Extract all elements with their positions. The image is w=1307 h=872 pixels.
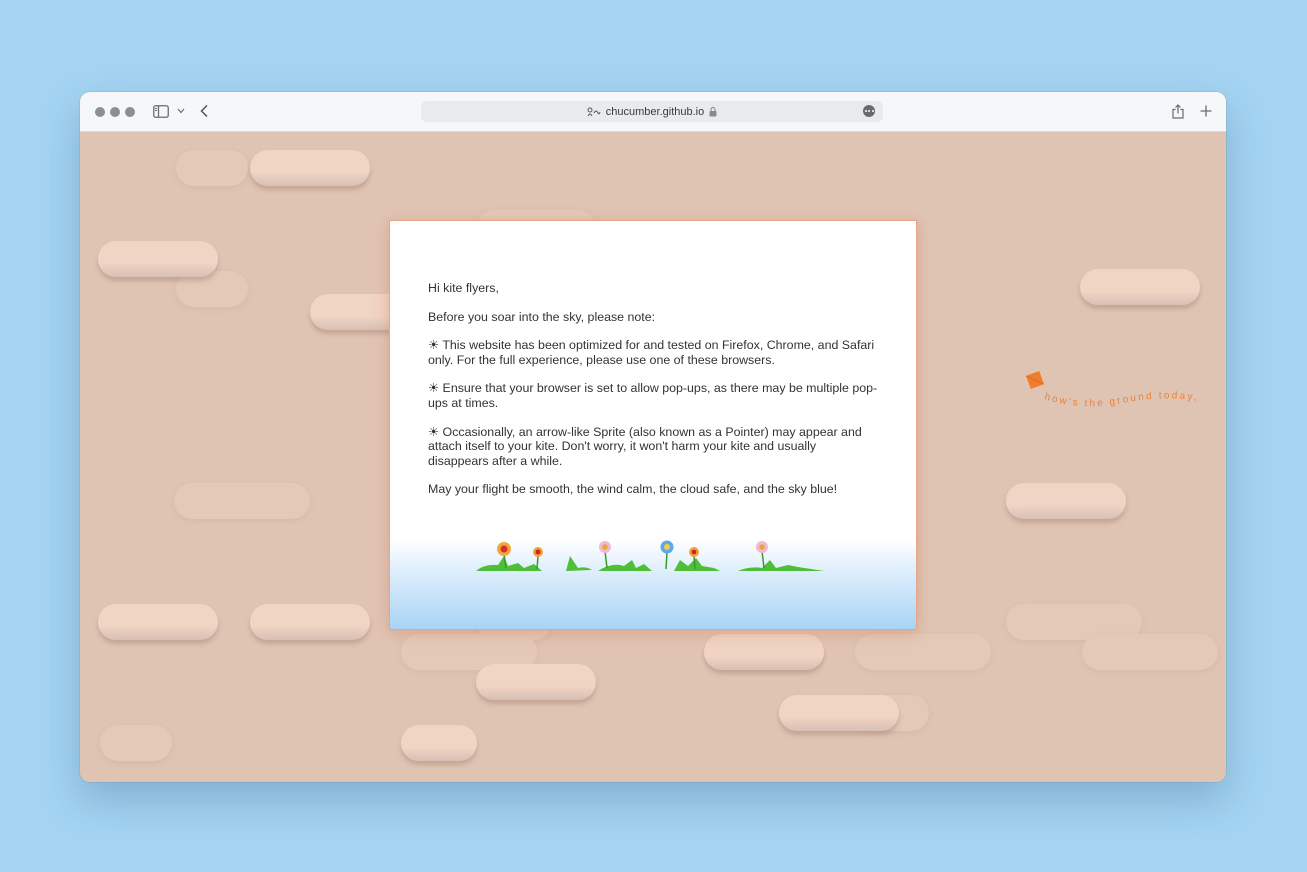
tracking-icon — [587, 107, 601, 117]
cloud — [855, 634, 991, 670]
address-bar[interactable]: chucumber.github.io — [421, 101, 883, 122]
cloud — [174, 483, 310, 519]
new-tab-icon[interactable] — [1198, 101, 1214, 121]
browser-window: chucumber.github.io Hi kite flyers, Befo… — [80, 92, 1226, 782]
popup-note: ☀ Ensure that your browser is set to all… — [428, 381, 878, 410]
notice-text: Hi kite flyers, Before you soar into the… — [428, 281, 878, 511]
browser-toolbar: chucumber.github.io — [80, 92, 1226, 132]
close-window-button[interactable] — [95, 107, 105, 117]
cloud — [1080, 269, 1200, 305]
cloud — [1082, 634, 1218, 670]
cloud — [176, 150, 248, 186]
sidebar-icon[interactable] — [152, 101, 170, 121]
cloud — [779, 695, 899, 731]
share-icon[interactable] — [1170, 101, 1186, 121]
ground-text: how's the ground today, — [1043, 390, 1199, 409]
cloud — [98, 604, 218, 640]
back-arrow-icon[interactable] — [196, 101, 212, 121]
minimize-window-button[interactable] — [110, 107, 120, 117]
kite-hint[interactable]: how's the ground today, — [1022, 369, 1212, 419]
more-icon[interactable] — [863, 105, 875, 117]
lock-icon — [709, 106, 717, 117]
url-text: chucumber.github.io — [605, 105, 705, 118]
intro-text: Before you soar into the sky, please not… — [428, 309, 656, 324]
grass-icon — [476, 556, 824, 571]
cloud — [704, 634, 824, 670]
browser-note: ☀ This website has been optimized for an… — [428, 338, 875, 367]
flower-garden — [476, 540, 824, 571]
kite-icon — [1025, 371, 1045, 389]
cloud — [401, 725, 477, 761]
cloud — [250, 150, 370, 186]
closing-text: May your flight be smooth, the wind calm… — [428, 482, 838, 497]
cloud — [476, 664, 596, 700]
cloud — [250, 604, 370, 640]
chevron-down-icon[interactable] — [174, 101, 188, 121]
greeting-text: Hi kite flyers, — [428, 281, 499, 295]
cloud — [1006, 483, 1126, 519]
flower-icon — [599, 541, 611, 569]
zoom-window-button[interactable] — [125, 107, 135, 117]
pointer-note: ☀ Occasionally, an arrow-like Sprite (al… — [428, 424, 862, 468]
flower-icon — [660, 540, 674, 570]
page-content: Hi kite flyers, Before you soar into the… — [80, 132, 1226, 782]
notice-dialog: Hi kite flyers, Before you soar into the… — [389, 220, 917, 630]
cloud — [100, 725, 172, 761]
cloud — [98, 241, 218, 277]
